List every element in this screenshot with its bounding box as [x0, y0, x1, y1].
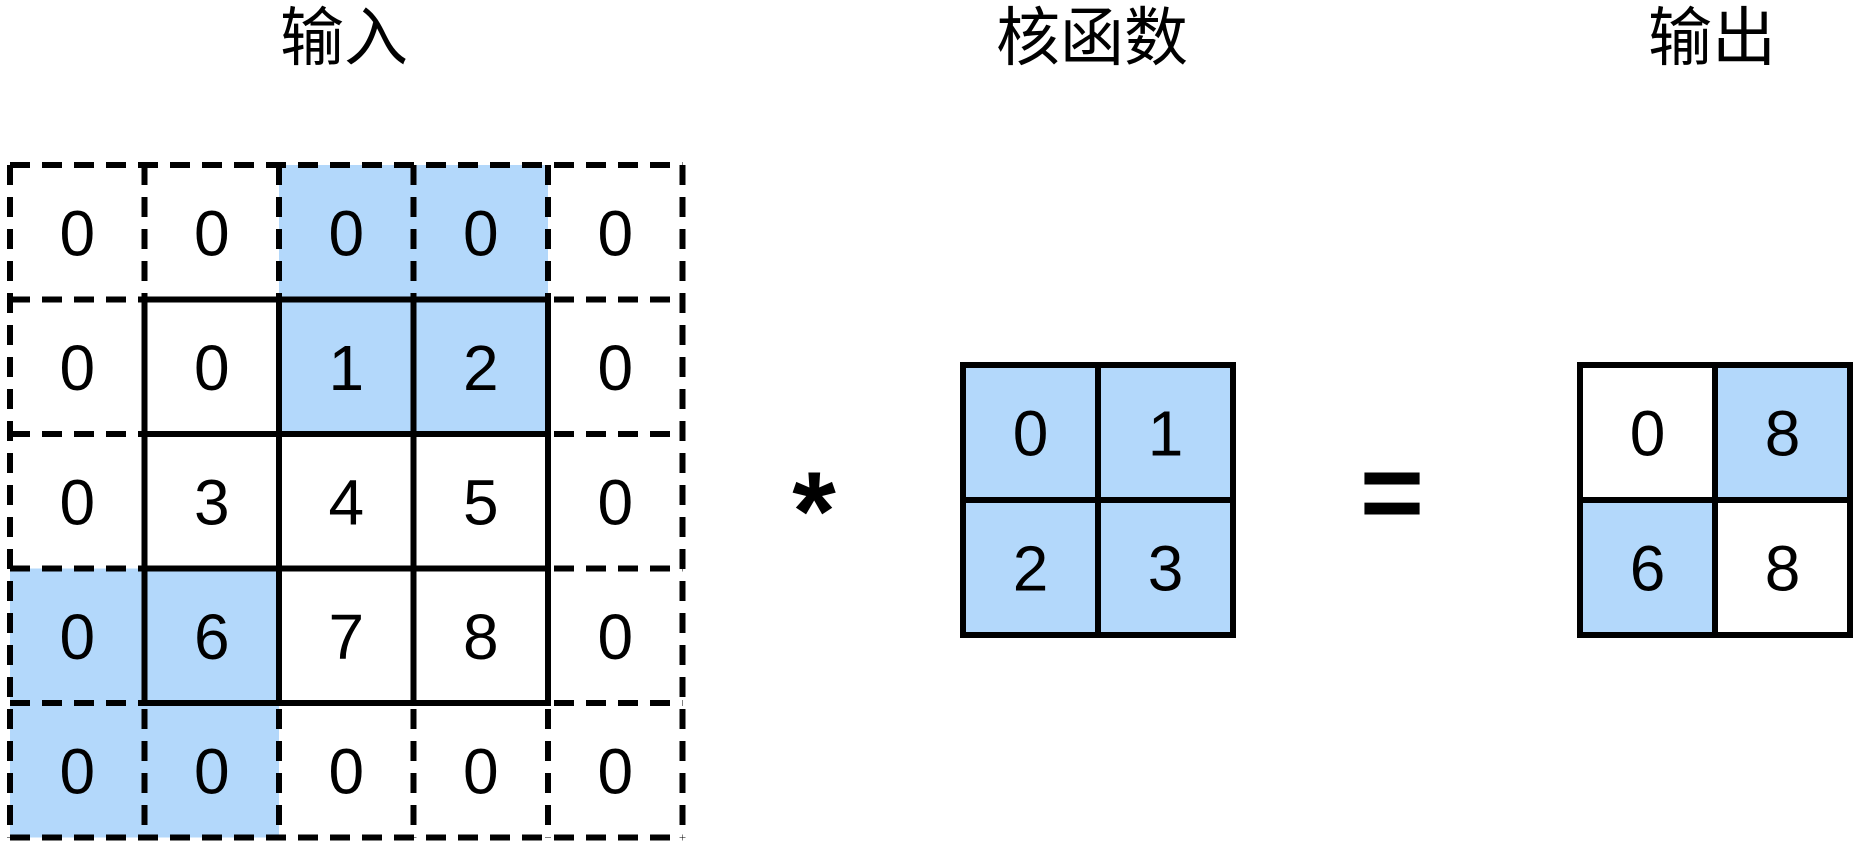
output-cell-value-0-1: 8: [1765, 398, 1801, 470]
convolution-operator: *: [792, 449, 836, 574]
input-grid: 0 0 0 0 0 0 0 1 2 0 0 3 4 5 0 0 6 7 8 0 0 0 0 0 0: [7, 162, 686, 841]
output-grid: 0 8 6 8: [1577, 362, 1853, 638]
output-cell-value-1-1: 8: [1765, 533, 1801, 605]
output-title: 输出: [1648, 2, 1776, 76]
input-cell-value-3-0: 0: [59, 601, 95, 673]
input-cell-value-3-4: 0: [597, 601, 633, 673]
equals-operator: =: [1360, 431, 1424, 554]
input-cell-value-4-3: 0: [463, 735, 499, 807]
input-cell-value-0-3: 0: [463, 197, 499, 269]
input-cell-value-2-0: 0: [59, 466, 95, 538]
kernel-grid: 0 1 2 3: [960, 362, 1236, 638]
input-cell-value-1-1: 0: [194, 332, 230, 404]
input-cell-value-2-1: 3: [194, 466, 230, 538]
kernel-cell-value-1-1: 3: [1148, 533, 1184, 605]
input-cell-value-4-2: 0: [328, 735, 364, 807]
output-cell-value-0-0: 0: [1630, 398, 1666, 470]
kernel-cell-value-0-0: 0: [1013, 398, 1049, 470]
convolution-diagram: 0 0 0 0 0 0 0 1 2 0 0 3 4 5 0 0 6 7 8 0 0 0 0 0 0 0 1 2 3 0 8 6 8 输入 核…: [7, 2, 1853, 841]
input-cell-value-2-2: 4: [328, 466, 364, 538]
input-cell-value-1-4: 0: [597, 332, 633, 404]
input-cell-value-2-4: 0: [597, 466, 633, 538]
input-cell-value-1-2: 1: [328, 332, 364, 404]
input-title: 输入: [280, 2, 408, 76]
output-cell-value-1-0: 6: [1630, 533, 1666, 605]
input-cell-value-2-3: 5: [463, 466, 499, 538]
input-cell-value-3-1: 6: [194, 601, 230, 673]
input-cell-value-0-0: 0: [59, 197, 95, 269]
input-cell-value-3-3: 8: [463, 601, 499, 673]
kernel-title: 核函数: [996, 2, 1188, 76]
input-cell-value-4-4: 0: [597, 735, 633, 807]
kernel-cell-value-0-1: 1: [1148, 398, 1184, 470]
kernel-cell-value-1-0: 2: [1013, 533, 1049, 605]
input-cell-value-0-1: 0: [194, 197, 230, 269]
input-cell-value-4-1: 0: [194, 735, 230, 807]
input-cell-value-1-3: 2: [463, 332, 499, 404]
input-cell-value-0-2: 0: [328, 197, 364, 269]
input-cell-value-1-0: 0: [59, 332, 95, 404]
input-cell-value-4-0: 0: [59, 735, 95, 807]
input-cell-value-3-2: 7: [328, 601, 364, 673]
input-cell-value-0-4: 0: [597, 197, 633, 269]
